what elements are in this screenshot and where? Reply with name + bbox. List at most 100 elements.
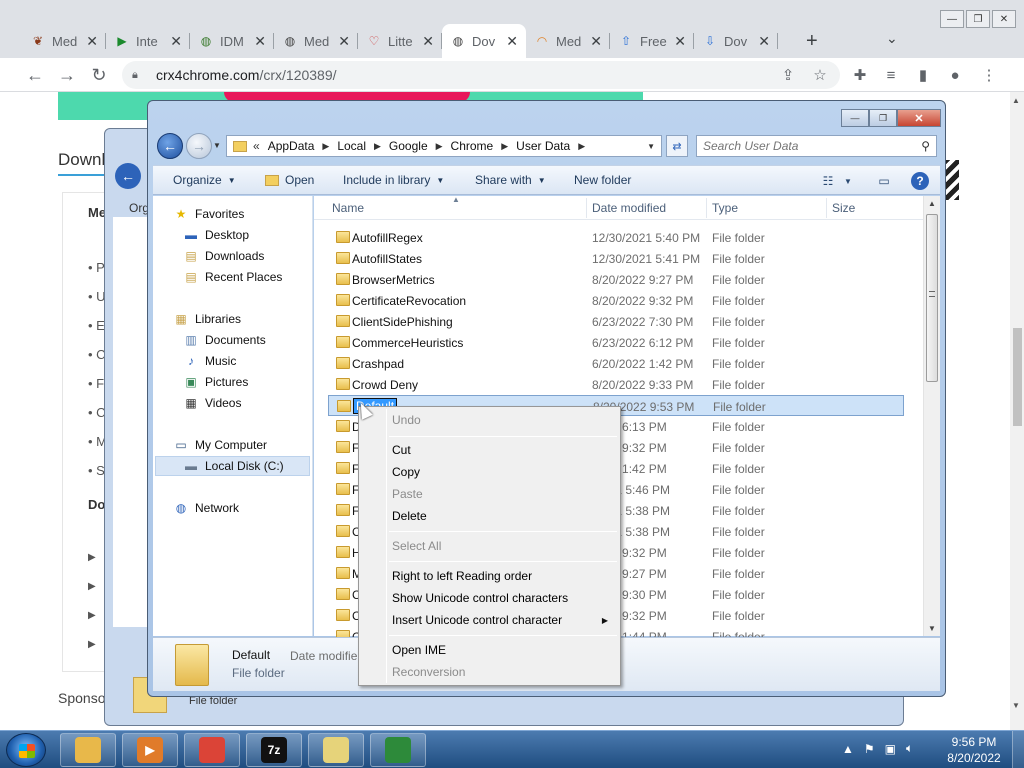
explorer-back-button[interactable]: ← [157, 133, 183, 159]
file-row[interactable]: Crashpad 6/20/2022 1:42 PM File folder [328, 353, 904, 374]
action-center-icon[interactable]: ⚑ [864, 742, 875, 756]
explorer-close-button[interactable]: ✕ [897, 109, 941, 127]
nav-local-disk[interactable]: ▬ Local Disk (C:) [155, 456, 310, 476]
file-row[interactable]: CommerceHeuristics 6/23/2022 6:12 PM File … [328, 332, 904, 353]
column-divider[interactable] [826, 198, 827, 218]
nav-favorites[interactable]: ★ Favorites [173, 204, 245, 224]
close-icon[interactable]: ✕ [506, 33, 518, 50]
close-icon[interactable]: ✕ [422, 33, 434, 50]
scroll-down-icon[interactable]: ▼ [928, 624, 936, 633]
breadcrumb-item[interactable]: User Data [516, 139, 570, 153]
menu-item-delete[interactable]: Delete [392, 509, 427, 523]
menu-item-select-all[interactable]: Select All [392, 539, 441, 553]
view-dropdown-icon[interactable]: ▼ [839, 172, 857, 190]
close-icon[interactable]: ✕ [338, 33, 350, 50]
profile-avatar-icon[interactable]: ● [945, 65, 965, 85]
network-status-icon[interactable]: ▣ [885, 742, 896, 756]
scroll-thumb[interactable] [926, 214, 938, 382]
extensions-icon[interactable]: ✚ [850, 65, 870, 85]
menu-item-show-unicode[interactable]: Show Unicode control characters [392, 591, 568, 605]
breadcrumb-item[interactable]: Google [389, 139, 428, 153]
close-button[interactable]: ✕ [992, 10, 1016, 28]
show-hidden-icons-icon[interactable]: ▲ [842, 742, 854, 756]
close-icon[interactable]: ✕ [674, 33, 686, 50]
browser-tab[interactable]: ◍ IDM ✕ [190, 24, 274, 58]
breadcrumb-item[interactable]: AppData [268, 139, 315, 153]
preview-pane-icon[interactable]: ▭ [875, 172, 893, 190]
breadcrumb-separator-icon[interactable]: ▶ [322, 141, 329, 152]
explorer-forward-button[interactable]: → [186, 133, 212, 159]
7zip-app[interactable]: 7z [246, 733, 302, 767]
nav-libraries[interactable]: ▦ Libraries [173, 309, 241, 329]
menu-item-reconversion[interactable]: Reconversion [392, 665, 465, 679]
back-arrow-icon[interactable]: ← [115, 163, 141, 189]
file-list-scrollbar[interactable]: ▲ ▼ [923, 196, 940, 636]
menu-item-rtl-reading-order[interactable]: Right to left Reading order [392, 569, 532, 583]
browser-tab[interactable]: ▶ Inte ✕ [106, 24, 190, 58]
back-button[interactable]: ← [24, 64, 46, 86]
column-type[interactable]: Type [712, 201, 738, 215]
menu-item-open-ime[interactable]: Open IME [392, 643, 446, 657]
address-dropdown-icon[interactable]: ▼ [647, 142, 655, 151]
breadcrumb-separator-icon[interactable]: ▶ [436, 141, 443, 152]
column-name[interactable]: Name [332, 201, 364, 215]
breadcrumb-separator-icon[interactable]: ▶ [578, 141, 585, 152]
file-row[interactable]: Crowd Deny 8/20/2022 9:33 PM File folder [328, 374, 904, 395]
explorer-minimize-button[interactable]: — [841, 109, 869, 127]
clock[interactable]: 9:56 PM 8/20/2022 [944, 734, 1004, 766]
recent-pages-dropdown[interactable]: ▼ [213, 141, 221, 150]
browser-tab[interactable]: ❦ Med ✕ [22, 24, 106, 58]
browser-tab[interactable]: ◠ Med ✕ [526, 24, 610, 58]
expand-arrow-icon[interactable]: ▶ [88, 639, 96, 650]
column-size[interactable]: Size [832, 201, 855, 215]
menu-item-insert-unicode[interactable]: Insert Unicode control character [392, 613, 562, 627]
column-divider[interactable] [586, 198, 587, 218]
browser-tab[interactable]: ◍ Dov ✕ [442, 24, 526, 58]
reading-list-icon[interactable]: ≡ [881, 65, 901, 85]
breadcrumb-separator-icon[interactable]: ▶ [501, 141, 508, 152]
file-row[interactable]: CertificateRevocation 8/20/2022 9:32 PM Fi… [328, 290, 904, 311]
include-in-library-button[interactable]: Include in library ▼ [343, 173, 444, 187]
refresh-button[interactable]: ⇄ [666, 135, 688, 157]
file-row[interactable]: AutofillRegex 12/30/2021 5:40 PM File fold… [328, 227, 904, 248]
forward-button[interactable]: → [56, 64, 78, 86]
maximize-button[interactable]: ❐ [966, 10, 990, 28]
address-bar[interactable]: 🔒︎ crx4chrome.com/crx/120389/ [122, 61, 840, 89]
minimize-button[interactable]: — [940, 10, 964, 28]
browser-tab[interactable]: ⇩ Dov ✕ [694, 24, 778, 58]
side-panel-icon[interactable]: ▮ [913, 65, 933, 85]
breadcrumb-separator-icon[interactable]: ▶ [374, 141, 381, 152]
nav-desktop[interactable]: ▬ Desktop [183, 225, 249, 245]
share-icon[interactable]: ⇪ [778, 65, 798, 85]
close-icon[interactable]: ✕ [254, 33, 266, 50]
scroll-down-icon[interactable]: ▼ [1012, 701, 1020, 710]
nav-recent-places[interactable]: ▤ Recent Places [183, 267, 282, 287]
view-options-icon[interactable]: ☷ [819, 172, 837, 190]
open-button[interactable]: Open [265, 173, 314, 187]
media-player-app[interactable]: ▶ [122, 733, 178, 767]
new-tab-button[interactable]: + [806, 30, 818, 53]
browser-tab[interactable]: ⇧ Free ✕ [610, 24, 694, 58]
search-icon[interactable]: ⚲ [921, 139, 930, 153]
show-desktop-button[interactable] [1012, 731, 1024, 768]
file-row[interactable]: AutofillStates 12/30/2021 5:41 PM File fol… [328, 248, 904, 269]
search-box[interactable]: ⚲ [696, 135, 937, 157]
breadcrumb-item[interactable]: Local [337, 139, 366, 153]
close-icon[interactable]: ✕ [86, 33, 98, 50]
nav-videos[interactable]: ▦ Videos [183, 393, 241, 413]
tab-search-button[interactable]: ⌄ [886, 30, 898, 47]
breadcrumb-item[interactable]: Chrome [451, 139, 494, 153]
close-icon[interactable]: ✕ [170, 33, 182, 50]
nav-music[interactable]: ♪ Music [183, 351, 236, 371]
column-date-modified[interactable]: Date modified [592, 201, 666, 215]
explorer-app[interactable] [60, 733, 116, 767]
scroll-thumb[interactable] [1013, 328, 1022, 426]
nav-documents[interactable]: ▥ Documents [183, 330, 265, 350]
chrome-app[interactable] [184, 733, 240, 767]
nav-my-computer[interactable]: ▭ My Computer [173, 435, 267, 455]
file-row[interactable]: BrowserMetrics 8/20/2022 9:27 PM File fold… [328, 269, 904, 290]
browser-tab[interactable]: ♡ Litte ✕ [358, 24, 442, 58]
bookmark-star-icon[interactable]: ☆ [810, 65, 830, 85]
menu-item-copy[interactable]: Copy [392, 465, 420, 479]
menu-item-undo[interactable]: Undo [392, 413, 421, 427]
